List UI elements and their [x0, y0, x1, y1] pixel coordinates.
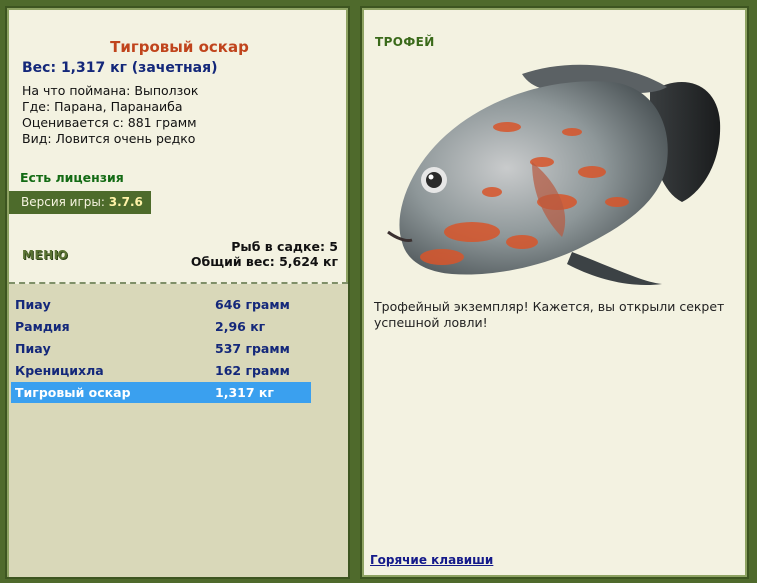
trophy-message: Трофейный экземпляр! Кажется, вы открыли… — [374, 299, 725, 330]
game-version: Версия игры: 3.7.6 — [9, 191, 151, 214]
trophy-label: ТРОФЕЙ — [375, 35, 435, 49]
catch-row[interactable]: Пиау 646 грамм — [11, 294, 311, 315]
menu-button[interactable]: МЕНЮ — [22, 248, 68, 262]
hotkeys-link[interactable]: Горячие клавиши — [370, 553, 493, 567]
fish-weight: Вес: 1,317 кг (зачетная) — [22, 60, 218, 76]
catch-weight: 2,96 кг — [215, 319, 266, 334]
tiger-oscar-fish-image — [387, 64, 721, 286]
license-status: Есть лицензия — [20, 170, 124, 185]
catch-weight: 1,317 кг — [215, 385, 274, 400]
fish-score: Оценивается с: 881 грамм — [22, 115, 197, 130]
catch-weight: 646 грамм — [215, 297, 290, 312]
catch-weight: 162 грамм — [215, 363, 290, 378]
catch-list: Пиау 646 грамм Рамдия 2,96 кг Пиау 537 грам… — [9, 284, 348, 577]
trophy-panel: ТРОФЕЙ Трофейный экземпляр! Кажется, вы … — [360, 6, 749, 579]
catch-row-selected[interactable]: Тигровый оскар 1,317 кг — [11, 382, 311, 403]
catch-name: Креницихла — [15, 363, 104, 378]
fish-bait: На что поймана: Выползок — [22, 83, 199, 98]
catch-row[interactable]: Пиау 537 грамм — [11, 338, 311, 359]
keepnet-summary: Рыб в садке: 5 Общий вес: 5,624 кг — [191, 239, 338, 269]
catch-name: Тигровый оскар — [15, 385, 131, 400]
catch-row[interactable]: Рамдия 2,96 кг — [11, 316, 311, 337]
catch-name: Пиау — [15, 297, 51, 312]
catch-weight: 537 грамм — [215, 341, 290, 356]
version-label: Версия игры: — [21, 195, 109, 209]
catch-info-panel: Тигровый оскар Вес: 1,317 кг (зачетная) … — [5, 6, 350, 579]
catch-name: Пиау — [15, 341, 51, 356]
fish-title: Тигровый оскар — [110, 38, 249, 56]
keepnet-total-weight: Общий вес: 5,624 кг — [190, 254, 338, 269]
version-value: 3.7.6 — [108, 195, 143, 209]
fish-rarity: Вид: Ловится очень редко — [22, 131, 196, 146]
keepnet-count: Рыб в садке: 5 — [231, 239, 338, 254]
catch-row[interactable]: Креницихла 162 грамм — [11, 360, 311, 381]
fish-location: Где: Парана, Паранаиба — [22, 99, 183, 114]
catch-name: Рамдия — [15, 319, 70, 334]
